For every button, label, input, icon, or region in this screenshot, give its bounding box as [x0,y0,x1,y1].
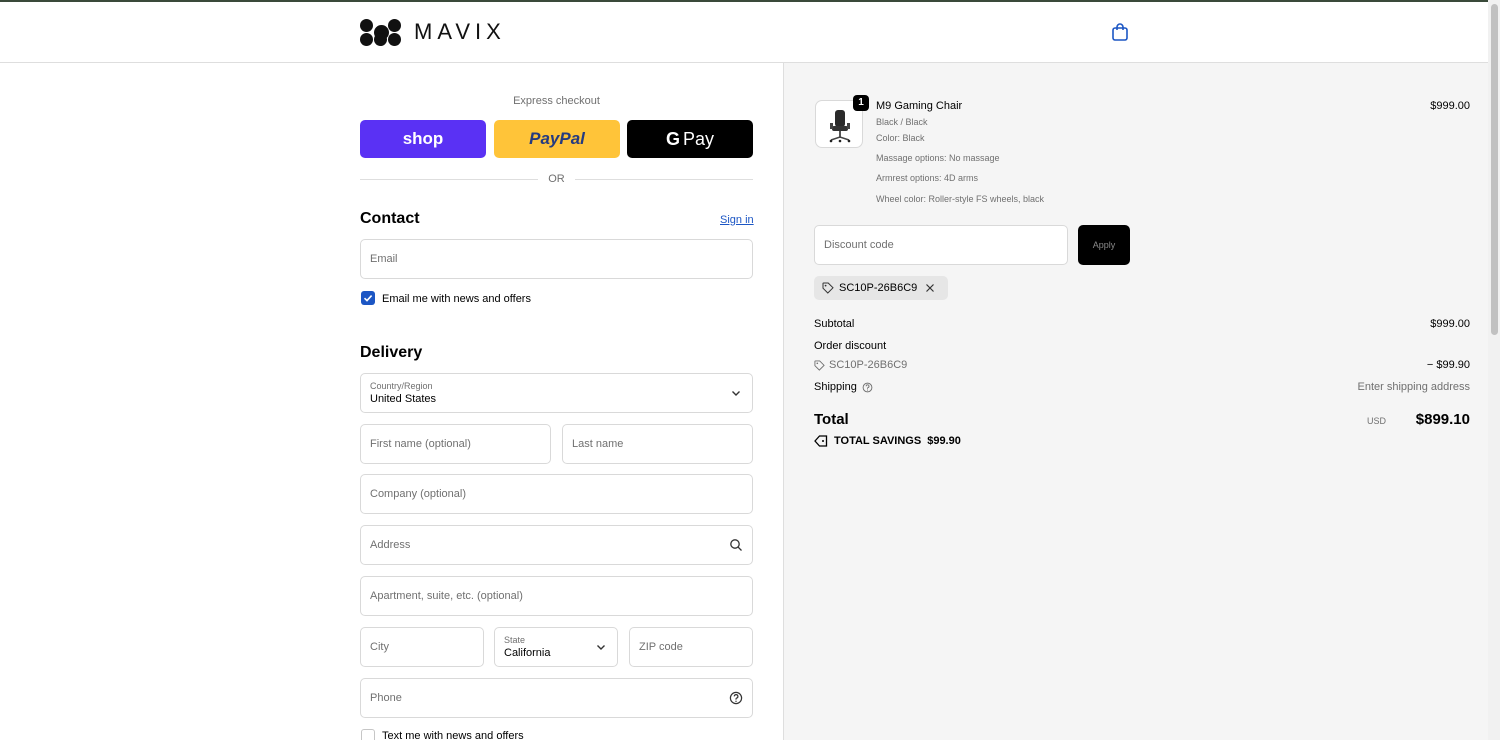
text-news-checkbox[interactable] [361,729,375,740]
phone-field[interactable]: Phone [360,678,753,718]
last-name-placeholder: Last name [572,438,624,450]
order-summary-panel: 1 M9 Gaming Chair $999.00 Black / Black … [783,63,1488,740]
delivery-title: Delivery [360,344,423,361]
shop-pay-button[interactable]: shop [360,120,486,158]
country-label: Country/Region [370,381,433,391]
state-value: California [504,647,551,659]
product-detail: Color: Black [876,133,925,143]
shipping-value: Enter shipping address [1357,381,1470,393]
subtotal-label: Subtotal [814,318,855,330]
chevron-down-icon [597,645,605,650]
first-name-field[interactable]: First name (optional) [360,424,551,464]
product-detail: Wheel color: Roller-style FS wheels, bla… [876,194,1045,204]
product-variant: Black / Black [876,117,928,127]
brand-logo[interactable]: MAVIX [360,17,506,47]
search-icon[interactable] [729,538,743,552]
tag-icon [814,359,825,371]
order-discount-value: − $99.90 [1426,359,1470,371]
product-price: $999.00 [1430,100,1470,112]
checkmark-icon [363,295,373,302]
shipping-row: Shipping [814,381,873,393]
express-checkout-label: Express checkout [513,95,600,107]
brand-name: MAVIX [414,19,506,44]
country-value: United States [370,393,437,405]
last-name-field[interactable]: Last name [562,424,753,464]
or-divider: OR [360,173,753,187]
first-name-placeholder: First name (optional) [370,438,471,450]
order-discount-label: Order discount [814,340,887,352]
checkout-form-panel: Express checkout shop PayPal G Pay OR Co… [0,63,783,740]
order-discount-code-row: SC10P-26B6C9 [814,359,907,371]
discount-code-field[interactable]: Discount code [814,225,1068,265]
paypal-label: PayPal [529,129,585,148]
address-placeholder: Address [370,539,411,551]
product-detail: Massage options: No massage [876,153,1000,163]
order-discount-code: SC10P-26B6C9 [829,359,908,371]
total-currency: USD [1366,416,1386,426]
company-placeholder: Company (optional) [370,488,466,500]
apartment-placeholder: Apartment, suite, etc. (optional) [370,590,523,602]
shopping-bag-icon[interactable] [1110,22,1130,42]
email-news-label: Email me with news and offers [382,293,531,305]
quantity-badge: 1 [853,95,869,111]
applied-discount-chip: SC10P-26B6C9 [814,276,949,300]
tag-icon [822,282,834,294]
chevron-down-icon [732,391,740,396]
email-field[interactable]: Email [360,239,753,279]
shipping-label: Shipping [814,381,857,393]
tag-icon [814,435,828,447]
state-select[interactable]: State California [494,627,618,667]
shop-pay-label: shop [402,129,444,148]
address-field[interactable]: Address [360,525,753,565]
total-label: Total [814,411,849,428]
total-savings: TOTAL SAVINGS $99.90 [814,435,961,447]
apply-discount-button[interactable]: Apply [1078,225,1130,265]
discount-code-placeholder: Discount code [824,239,894,251]
apartment-field[interactable]: Apartment, suite, etc. (optional) [360,576,753,616]
city-placeholder: City [370,641,389,653]
company-field[interactable]: Company (optional) [360,474,753,514]
country-select[interactable]: Country/Region United States [360,373,753,413]
google-pay-label: Pay [682,128,715,149]
state-label: State [504,635,526,645]
total-value: $899.10 [1415,411,1470,428]
total-savings-label: TOTAL SAVINGS [834,435,922,447]
help-circle-icon[interactable] [862,382,873,393]
help-circle-icon[interactable] [729,691,743,705]
google-g-icon: G [665,128,680,149]
google-pay-button[interactable]: G Pay [627,120,753,158]
contact-title: Contact [360,210,420,227]
email-placeholder: Email [370,253,398,265]
product-name: M9 Gaming Chair [876,100,963,112]
zip-placeholder: ZIP code [639,641,683,653]
sign-in-link[interactable]: Sign in [720,214,754,226]
subtotal-value: $999.00 [1430,318,1470,330]
applied-discount-code: SC10P-26B6C9 [839,282,918,294]
site-header: MAVIX [0,2,1488,63]
city-field[interactable]: City [360,627,484,667]
phone-placeholder: Phone [370,692,402,704]
logo-dots-icon [360,17,404,47]
email-news-checkbox[interactable] [361,291,375,305]
scrollbar-thumb[interactable] [1491,4,1498,335]
zip-field[interactable]: ZIP code [629,627,753,667]
total-savings-value: $99.90 [927,435,961,447]
paypal-button[interactable]: PayPal [494,120,620,158]
text-news-label: Text me with news and offers [382,730,524,740]
remove-discount-icon[interactable] [925,283,935,293]
product-detail: Armrest options: 4D arms [876,173,979,183]
